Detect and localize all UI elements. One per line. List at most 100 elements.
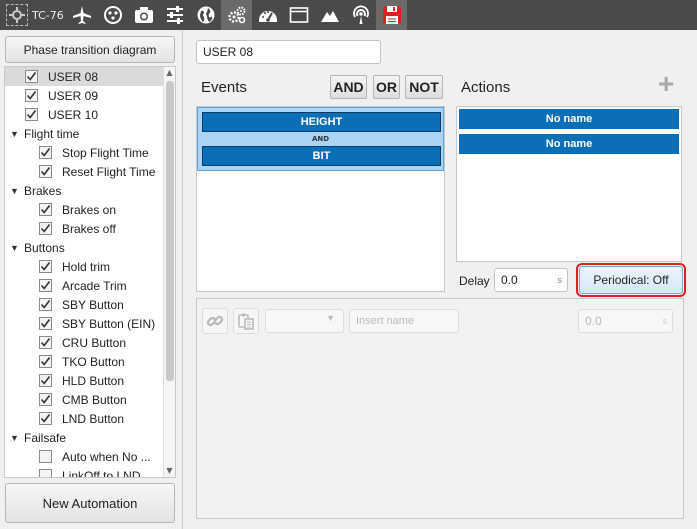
gauge-icon[interactable] <box>252 0 283 30</box>
checkbox[interactable] <box>39 374 52 387</box>
circle-dots-icon[interactable] <box>97 0 128 30</box>
tree-item-label: CRU Button <box>62 335 127 350</box>
scroll-up-icon[interactable]: ▲ <box>164 67 175 79</box>
checkbox[interactable] <box>39 222 52 235</box>
checkbox[interactable] <box>39 393 52 406</box>
tree-item[interactable]: CRU Button <box>5 333 126 352</box>
checkbox[interactable] <box>39 298 52 311</box>
tree-item-label: Buttons <box>24 240 65 255</box>
tree-item[interactable]: Auto when No ... <box>5 447 151 466</box>
checkbox[interactable] <box>39 412 52 425</box>
tree-group[interactable]: ▼ Failsafe <box>5 428 66 447</box>
tree-item[interactable]: Brakes off <box>5 219 116 238</box>
tree-group[interactable]: ▼ Flight time <box>5 124 79 143</box>
top-toolbar: TC-76 <box>0 0 697 30</box>
value-unit: s <box>662 316 668 326</box>
checkbox[interactable] <box>39 355 52 368</box>
event-item-height[interactable]: HEIGHT <box>202 112 441 132</box>
insert-name-input[interactable]: Insert name <box>349 309 459 333</box>
expand-triangle-icon[interactable]: ▼ <box>10 433 19 443</box>
sliders-icon[interactable] <box>159 0 190 30</box>
tree-item-label: LinkOff to LND <box>62 468 141 478</box>
tree-item[interactable]: Brakes on <box>5 200 116 219</box>
not-button[interactable]: NOT <box>405 75 443 99</box>
expand-triangle-icon[interactable]: ▼ <box>10 129 19 139</box>
tree-item[interactable]: Arcade Trim <box>5 276 127 295</box>
app-selector[interactable]: TC-76 <box>0 0 66 30</box>
scroll-down-icon[interactable]: ▼ <box>164 465 175 477</box>
save-icon[interactable] <box>376 0 407 30</box>
add-action-icon[interactable]: + <box>658 70 674 98</box>
tree-item[interactable]: LinkOff to LND <box>5 466 141 478</box>
paste-icon[interactable] <box>233 308 259 334</box>
tree-item-label: Flight time <box>24 126 80 141</box>
tree-item[interactable]: CMB Button <box>5 390 127 409</box>
link-icon[interactable] <box>202 308 228 334</box>
checkbox[interactable] <box>39 279 52 292</box>
checkbox[interactable] <box>39 336 52 349</box>
tree-item[interactable]: USER 10 <box>5 105 98 124</box>
tree-item-label: Failsafe <box>24 430 67 445</box>
delay-input[interactable]: 0.0 s <box>494 268 568 292</box>
tree-item-label: Brakes <box>24 183 62 198</box>
action-item[interactable]: No name <box>459 134 679 154</box>
checkbox[interactable] <box>25 70 38 83</box>
checkbox[interactable] <box>25 108 38 121</box>
checkbox[interactable] <box>39 450 52 463</box>
and-button[interactable]: AND <box>330 75 367 99</box>
antenna-icon[interactable] <box>345 0 376 30</box>
periodical-toggle-button[interactable]: Periodical: Off <box>576 263 686 297</box>
tree-item[interactable]: USER 09 <box>5 86 98 105</box>
scrollbar-thumb[interactable] <box>166 81 174 381</box>
events-list[interactable]: HEIGHT AND BIT <box>196 106 445 292</box>
tree-item-label: Brakes off <box>62 221 116 236</box>
tree-group[interactable]: ▼ Brakes <box>5 181 61 200</box>
globe-icon[interactable] <box>190 0 221 30</box>
automation-tree[interactable]: LinkOff to LND Auto when No ... ▼ Failsafe L… <box>4 66 176 478</box>
tree-item[interactable]: SBY Button <box>5 295 124 314</box>
tree-scrollbar[interactable]: ▲ ▼ <box>163 67 175 477</box>
tree-item-label: Brakes on <box>62 202 117 217</box>
event-item-bit[interactable]: BIT <box>202 146 441 166</box>
tree-item[interactable]: Hold trim <box>5 257 110 276</box>
value-input[interactable]: 0.0 s <box>578 309 673 333</box>
tree-group[interactable]: ▼ Buttons <box>5 238 65 257</box>
airplane-icon[interactable] <box>66 0 97 30</box>
events-title: Events <box>201 79 247 96</box>
tree-item-label: CMB Button <box>62 392 127 407</box>
action-type-dropdown[interactable]: ▼ <box>265 309 344 333</box>
checkbox[interactable] <box>25 89 38 102</box>
delay-unit: s <box>557 275 563 285</box>
gears-icon[interactable] <box>221 0 252 30</box>
window-icon[interactable] <box>283 0 314 30</box>
action-item[interactable]: No name <box>459 109 679 129</box>
checkbox[interactable] <box>39 260 52 273</box>
checkbox[interactable] <box>39 165 52 178</box>
camera-icon[interactable] <box>128 0 159 30</box>
or-button[interactable]: OR <box>373 75 400 99</box>
tree-item[interactable]: TKO Button <box>5 352 125 371</box>
automation-name-input[interactable]: USER 08 <box>196 40 381 64</box>
actions-title: Actions <box>461 79 511 96</box>
checkbox[interactable] <box>39 203 52 216</box>
checkbox[interactable] <box>39 317 52 330</box>
checkbox[interactable] <box>39 146 52 159</box>
tree-item[interactable]: Reset Flight Time <box>5 162 155 181</box>
checkbox[interactable] <box>39 469 52 477</box>
event-group[interactable]: HEIGHT AND BIT <box>197 107 444 171</box>
tree-item[interactable]: Stop Flight Time <box>5 143 149 162</box>
automation-sidebar: Phase transition diagram LinkOff to LND A… <box>0 30 183 529</box>
tree-item[interactable]: LND Button <box>5 409 124 428</box>
expand-triangle-icon[interactable]: ▼ <box>10 243 19 253</box>
tree-item[interactable]: USER 08 <box>5 67 163 86</box>
tree-item-label: HLD Button <box>62 373 125 388</box>
actions-list[interactable]: No name No name <box>456 106 682 262</box>
tree-item[interactable]: HLD Button <box>5 371 124 390</box>
tree-item[interactable]: SBY Button (EIN) <box>5 314 155 333</box>
tree-item-label: USER 10 <box>48 107 99 122</box>
phase-transition-diagram-button[interactable]: Phase transition diagram <box>5 36 175 63</box>
new-automation-button[interactable]: New Automation <box>5 483 175 523</box>
expand-triangle-icon[interactable]: ▼ <box>10 186 19 196</box>
mountain-icon[interactable] <box>314 0 345 30</box>
tree-item-label: SBY Button (EIN) <box>62 316 156 331</box>
